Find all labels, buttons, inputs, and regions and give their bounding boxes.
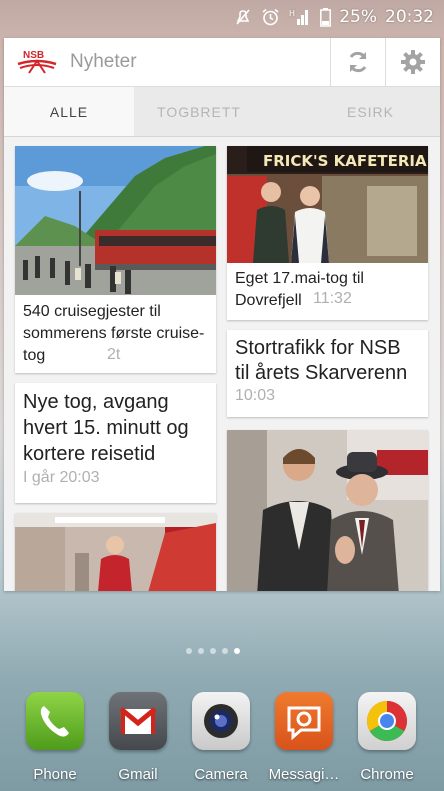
news-time: 11:32: [313, 290, 352, 307]
news-time: 10:03: [235, 387, 276, 404]
news-photo: [15, 146, 216, 295]
gear-icon: [401, 50, 425, 74]
page-dot-active: [234, 648, 240, 654]
news-photo: [15, 513, 216, 591]
mute-icon: [234, 8, 252, 26]
page-indicator[interactable]: [186, 648, 246, 654]
news-card[interactable]: [227, 430, 428, 591]
app-label: Camera: [194, 766, 248, 783]
page-dot: [210, 648, 216, 654]
tab-bar: ALLE TOGBRETT ESIRK: [4, 87, 440, 137]
news-card[interactable]: 540 cruisegjester til sommerens første c…: [15, 146, 216, 373]
refresh-icon: [349, 51, 367, 73]
news-photo: [227, 430, 428, 591]
news-card[interactable]: Nye tog, avgang hvert 15. minutt og kort…: [15, 383, 216, 503]
svg-text:H: H: [289, 9, 295, 18]
app-camera[interactable]: Camera: [181, 692, 261, 783]
news-feed: 540 cruisegjester til sommerens første c…: [4, 136, 440, 591]
news-time: 2t: [107, 346, 121, 363]
app-phone[interactable]: Phone: [15, 692, 95, 783]
phone-icon: [26, 692, 84, 750]
news-card[interactable]: FRICK'S KAFETERIA Eget 17.mai-tog til Do…: [227, 146, 428, 320]
app-gmail[interactable]: Gmail: [98, 692, 178, 783]
news-photo: FRICK'S KAFETERIA: [227, 146, 428, 263]
news-title: Nye tog, avgang hvert 15. minutt og kort…: [23, 391, 189, 465]
app-label: Gmail: [118, 766, 158, 783]
tab-togbrett[interactable]: TOGBRETT: [134, 87, 264, 136]
clock: 20:32: [385, 7, 434, 27]
signal-icon: H: [289, 8, 311, 26]
app-chrome[interactable]: Chrome: [347, 692, 427, 783]
alarm-icon: [261, 8, 280, 27]
nsb-logo[interactable]: NSB: [4, 38, 70, 86]
refresh-button[interactable]: [330, 38, 385, 86]
battery-percent: 25%: [339, 7, 377, 27]
news-card[interactable]: Stortrafikk for NSB til årets Skarverenn…: [227, 330, 428, 417]
svg-text:NSB: NSB: [23, 50, 44, 61]
news-title: Stortrafikk for NSB til årets Skarverenn: [235, 337, 408, 384]
chrome-icon: [358, 692, 416, 750]
app-label: Messagi…: [268, 766, 340, 783]
widget-header: NSB Nyheter: [4, 38, 440, 87]
app-messaging[interactable]: Messagi…: [264, 692, 344, 783]
tab-esirk[interactable]: ESIRK: [264, 87, 440, 136]
page-dot: [186, 648, 192, 654]
photo-sign-text: FRICK'S KAFETERIA: [263, 152, 427, 170]
app-label: Chrome: [360, 766, 414, 783]
status-bar: H 25% 20:32: [0, 0, 444, 34]
app-dock: Phone Gmail Camera Messagi… Chrome: [0, 692, 444, 791]
tab-alle[interactable]: ALLE: [4, 87, 134, 136]
page-dot: [222, 648, 228, 654]
app-label: Phone: [33, 766, 77, 783]
messaging-icon: [275, 692, 333, 750]
camera-icon: [192, 692, 250, 750]
gmail-icon: [109, 692, 167, 750]
settings-button[interactable]: [385, 38, 440, 86]
nsb-news-widget: NSB Nyheter ALLE TOGBRETT ESIRK 540 crui…: [4, 38, 440, 591]
news-time: I går 20:03: [23, 469, 100, 486]
widget-title: Nyheter: [70, 51, 137, 72]
news-card[interactable]: [15, 513, 216, 591]
battery-icon: [320, 7, 332, 27]
page-dot: [198, 648, 204, 654]
